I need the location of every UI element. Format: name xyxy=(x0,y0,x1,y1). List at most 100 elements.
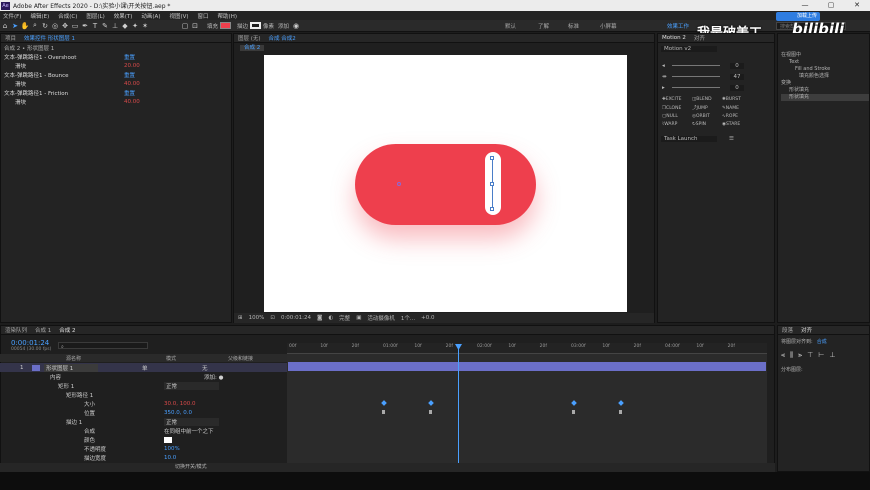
col-parent[interactable]: 父级和链接 xyxy=(228,355,253,362)
hand-tool-icon[interactable]: ✋ xyxy=(20,21,30,31)
tab-project[interactable]: 项目 xyxy=(5,34,16,42)
add-label[interactable]: 添加 xyxy=(278,22,289,30)
table-row[interactable]: 内容 添加: ● xyxy=(0,372,287,381)
path-vertex[interactable] xyxy=(490,207,494,211)
menu-composition[interactable]: 合成(C) xyxy=(58,12,77,20)
effect-sub-row[interactable]: 滑块 40.00 xyxy=(1,79,231,88)
camera-select[interactable]: 活动摄像机 xyxy=(367,314,395,322)
menu-layer[interactable]: 图层(L) xyxy=(86,12,104,20)
close-button[interactable]: ✕ xyxy=(844,0,870,11)
views-select[interactable]: 1个... xyxy=(401,314,415,322)
menu-help[interactable]: 帮助(H) xyxy=(218,12,237,20)
tree-item[interactable]: 形状填充 xyxy=(781,94,869,101)
table-row[interactable]: 描边宽度 10.0 xyxy=(0,453,287,462)
tab-comp-1[interactable]: 合成 1 xyxy=(35,326,51,334)
motion-rope-button[interactable]: ∿ ROPE xyxy=(722,114,752,119)
tree-item[interactable]: 形状填充 xyxy=(781,87,869,94)
current-time[interactable]: 0:00:01:24 xyxy=(281,315,311,321)
motion-jump-button[interactable]: ⤴ JUMP xyxy=(692,105,722,112)
menu-window[interactable]: 窗口 xyxy=(198,12,209,20)
tree-item[interactable]: Text xyxy=(781,59,869,66)
effect-sub-row[interactable]: 滑块 20.00 xyxy=(1,61,231,70)
motion-clone-button[interactable]: ❐ CLONE xyxy=(662,105,692,111)
stroke-color-swatch[interactable] xyxy=(164,436,172,443)
keyframe[interactable] xyxy=(619,410,622,414)
fill-swatch[interactable] xyxy=(220,22,232,29)
maximize-button[interactable]: ▢ xyxy=(818,0,844,11)
motion-slider-row[interactable]: ▸ 0 xyxy=(658,82,774,93)
motion-spin-button[interactable]: ↻ SPIN xyxy=(692,122,722,127)
tree-item[interactable]: 填充颜色选择 xyxy=(781,73,869,80)
motion-orbit-button[interactable]: ◎ ORBIT xyxy=(692,114,722,119)
align-bottom-icon[interactable]: ⊥ xyxy=(829,351,835,360)
timeline-timecode[interactable]: 0:00:01:24 xyxy=(11,339,49,347)
workspace-standard[interactable]: 标准 xyxy=(568,22,579,30)
menu-edit[interactable]: 编辑(E) xyxy=(30,12,49,20)
tab-effect-controls[interactable]: 效果控件 形状图层 1 xyxy=(24,34,75,42)
tab-motion[interactable]: Motion 2 xyxy=(662,35,686,41)
upload-badge[interactable]: 加载上传 xyxy=(776,12,820,21)
tab-comp-2[interactable]: 合成 2 xyxy=(59,326,75,334)
effect-row[interactable]: 文本-弹跳路径1 - Friction 重置 xyxy=(1,88,231,97)
table-row[interactable]: 不透明度 100% xyxy=(0,444,287,453)
shape-fill-icon[interactable]: ▢ xyxy=(180,21,190,31)
keyframe[interactable] xyxy=(429,410,432,414)
effect-row[interactable]: 文本-弹跳路径1 - Bounce 重置 xyxy=(1,70,231,79)
task-menu-icon[interactable]: ☰ xyxy=(729,136,734,142)
rectangle-tool-icon[interactable]: ▭ xyxy=(70,21,80,31)
snapshot-icon[interactable]: ◙ xyxy=(317,315,322,321)
keyframe[interactable] xyxy=(572,410,575,414)
tab-render-queue[interactable]: 渲染队列 xyxy=(5,326,27,334)
task-launch-select[interactable]: Task Launch xyxy=(661,135,717,142)
comp-breadcrumb[interactable]: 合成 2 xyxy=(240,45,265,51)
eraser-tool-icon[interactable]: ◆ xyxy=(120,21,130,31)
table-row[interactable]: 矩形 1 正常 xyxy=(0,381,287,390)
channel-icon[interactable]: ◐ xyxy=(328,315,333,321)
zoom-tool-icon[interactable]: ⌕ xyxy=(30,21,40,31)
type-tool-icon[interactable]: T xyxy=(90,21,100,31)
table-row[interactable]: 矩形路径 1 xyxy=(0,390,287,399)
stroke-swatch[interactable] xyxy=(250,22,262,29)
effect-row[interactable]: 文本-弹跳路径1 - Overshoot 重置 xyxy=(1,52,231,61)
motion-name-button[interactable]: ✎ NAME xyxy=(722,105,752,111)
roto-tool-icon[interactable]: ✦ xyxy=(130,21,140,31)
home-icon[interactable]: ⌂ xyxy=(0,21,10,31)
table-row[interactable]: 1 形状图层 1 单 无 xyxy=(0,363,287,372)
align-middle-icon[interactable]: ⊢ xyxy=(818,351,824,360)
motion-slider-row[interactable]: ◂ 0 xyxy=(658,60,774,71)
table-row[interactable]: 大小 30.0, 100.0 xyxy=(0,399,287,408)
workspace-effects[interactable]: 效果工作 xyxy=(667,22,689,30)
brush-tool-icon[interactable]: ✎ xyxy=(100,21,110,31)
align-right-icon[interactable]: ⫸ xyxy=(798,351,802,360)
zoom-select[interactable]: 100% xyxy=(249,315,265,321)
tab-composition[interactable]: 合成 合成2 xyxy=(269,34,296,42)
anchor-point-icon[interactable] xyxy=(397,182,401,186)
motion-burst-button[interactable]: ✺ BURST xyxy=(722,97,752,102)
stamp-tool-icon[interactable]: ⊥ xyxy=(110,21,120,31)
layer-duration-bar[interactable] xyxy=(288,362,766,371)
timeline-tracks[interactable] xyxy=(287,343,767,463)
motion-blend-button[interactable]: ◫ BLEND xyxy=(692,97,722,102)
effect-sub-row[interactable]: 滑块 40.00 xyxy=(1,97,231,106)
table-row[interactable]: 颜色 xyxy=(0,435,287,444)
tab-layer-viewer[interactable]: 图层 (无) xyxy=(238,34,261,42)
motion-warp-button[interactable]: ⌇ WARP xyxy=(662,122,692,127)
path-vertex[interactable] xyxy=(490,156,494,160)
fit-icon[interactable]: ⊡ xyxy=(270,315,275,321)
tab-paragraph[interactable]: 段落 xyxy=(782,326,793,334)
grid-icon[interactable]: ⊞ xyxy=(238,315,243,321)
puppet-tool-icon[interactable]: ✶ xyxy=(140,21,150,31)
camera-tool-icon[interactable]: ◎ xyxy=(50,21,60,31)
quality-select[interactable]: 完整 xyxy=(339,314,350,322)
toggle-switches-modes[interactable]: 切换开关/模式 xyxy=(175,464,207,470)
motion-stare-button[interactable]: ◉ STARE xyxy=(722,122,752,127)
region-icon[interactable]: ▣ xyxy=(356,315,361,321)
tab-align-motion[interactable]: 对齐 xyxy=(694,34,705,42)
minimize-button[interactable]: — xyxy=(792,0,818,11)
tree-item[interactable]: 变换 xyxy=(781,80,869,87)
add-circle-icon[interactable]: ◉ xyxy=(291,21,301,31)
exposure-value[interactable]: +0.0 xyxy=(421,315,434,321)
table-row[interactable]: 描边 1 正常 xyxy=(0,417,287,426)
motion-excite-button[interactable]: ✚ EXCITE xyxy=(662,97,692,102)
tree-item[interactable]: 在视图中 xyxy=(781,52,869,59)
